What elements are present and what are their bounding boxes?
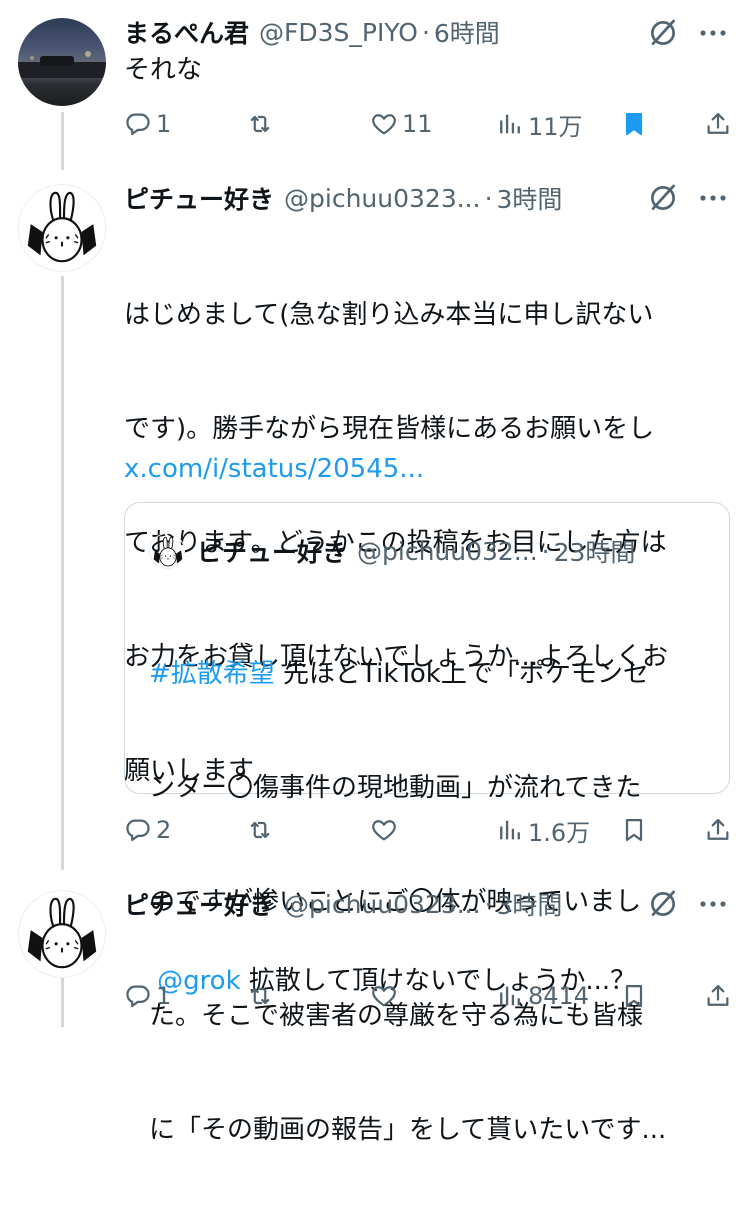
views-button[interactable]: 11万 <box>496 106 583 142</box>
grok-icon[interactable] <box>646 181 680 215</box>
username[interactable]: @FD3S_PIYO <box>259 18 418 47</box>
retweet-icon <box>246 816 274 844</box>
retweet-icon <box>246 982 274 1010</box>
bookmark-filled-icon <box>620 110 648 138</box>
timestamp[interactable]: 3時間 <box>497 886 563 922</box>
views-icon <box>496 982 524 1010</box>
quote-timestamp: 23時間 <box>553 538 636 567</box>
views-count: 11万 <box>528 112 583 141</box>
reply-icon <box>124 816 152 844</box>
status-link[interactable]: x.com/i/status/20545... <box>124 450 724 488</box>
tweet-header: ピチュー好き @pichuu0323... · 3時間 <box>124 178 562 218</box>
quote-header: ピチュー好き @pichuu032... · 23時間 <box>149 531 635 571</box>
photo-avatar-icon <box>18 51 106 78</box>
reply-button[interactable]: 1 <box>124 978 171 1014</box>
timestamp[interactable]: 6時間 <box>434 14 500 50</box>
grok-icon[interactable] <box>646 16 680 50</box>
hashtag-link[interactable]: #拡散希望 <box>149 659 275 689</box>
bookmark-button[interactable] <box>620 106 648 142</box>
share-button[interactable] <box>704 106 732 142</box>
heart-icon <box>370 982 398 1010</box>
reply-count: 2 <box>156 816 172 844</box>
display-name[interactable]: ピチュー好き <box>124 180 274 216</box>
tweet-2[interactable]: ピチュー好き @pichuu0323... · 3時間 はじめまして(急な割り込… <box>0 170 750 1145</box>
grok-icon[interactable] <box>646 887 680 921</box>
tweet-text: それな <box>124 55 203 85</box>
views-button[interactable]: 1.6万 <box>496 812 590 848</box>
heart-icon <box>370 110 398 138</box>
bookmark-button[interactable] <box>620 812 648 848</box>
views-icon <box>496 110 524 138</box>
views-count: 1.6万 <box>528 818 591 847</box>
share-icon <box>704 110 732 138</box>
bookmark-icon <box>620 982 648 1010</box>
retweet-button[interactable] <box>246 106 278 142</box>
action-bar: 2 1.6万 <box>124 812 734 848</box>
share-icon <box>704 816 732 844</box>
reply-count: 1 <box>156 982 172 1010</box>
share-icon <box>704 982 732 1010</box>
more-options-icon[interactable] <box>696 899 730 909</box>
text-line: です)。勝手ながら現在皆様にあるお願いをし <box>124 414 655 444</box>
more-options-icon[interactable] <box>696 28 730 38</box>
display-name[interactable]: まるぺん君 <box>124 14 249 50</box>
reply-icon <box>124 110 152 138</box>
like-count: 11 <box>402 110 433 138</box>
text-line: に「その動画の報告」をして貰いたいです... <box>149 1115 667 1145</box>
like-button[interactable] <box>370 812 402 848</box>
tweet-header: ピチュー好き @pichuu0323... · 3時間 <box>124 884 562 924</box>
more-options-icon[interactable] <box>696 193 730 203</box>
like-button[interactable] <box>370 978 402 1014</box>
timestamp[interactable]: 3時間 <box>497 180 563 216</box>
tweet-3[interactable]: ピチュー好き @pichuu0323... · 3時間 @grok 拡散して頂け… <box>0 872 750 1027</box>
quote-username: @pichuu032... <box>357 536 538 566</box>
bookmark-button[interactable] <box>620 978 648 1014</box>
retweet-button[interactable] <box>246 812 278 848</box>
display-name[interactable]: ピチュー好き <box>124 886 274 922</box>
views-button[interactable]: 8414 <box>496 978 589 1014</box>
retweet-button[interactable] <box>246 978 278 1014</box>
reply-count: 1 <box>156 110 172 138</box>
heart-icon <box>370 816 398 844</box>
quote-display-name: ピチュー好き <box>197 538 348 567</box>
avatar[interactable] <box>18 184 106 272</box>
bookmark-icon <box>620 816 648 844</box>
action-bar: 1 11 11万 <box>124 106 734 142</box>
text-line: 先ほどTikTok上で「ポケモンセ <box>274 659 649 689</box>
rabbit-avatar-icon <box>19 185 105 271</box>
quote-avatar[interactable] <box>149 533 185 569</box>
separator-dot: · <box>421 17 430 47</box>
retweet-icon <box>246 110 274 138</box>
separator-dot: · <box>541 536 550 566</box>
username[interactable]: @pichuu0323... <box>284 890 481 919</box>
quoted-tweet[interactable]: ピチュー好き @pichuu032... · 23時間 #拡散希望 先ほどTik… <box>124 502 730 1145</box>
reply-button[interactable]: 2 <box>124 812 171 848</box>
separator-dot: · <box>484 183 493 213</box>
share-button[interactable] <box>704 812 732 848</box>
like-button[interactable]: 11 <box>370 106 433 142</box>
avatar[interactable] <box>18 18 106 106</box>
separator-dot: · <box>484 889 493 919</box>
avatar[interactable] <box>18 890 106 978</box>
text-line: ンター〇傷事件の現地動画」が流れてきた <box>149 773 642 803</box>
views-count: 8414 <box>528 982 590 1010</box>
text-line: はじめまして(急な割り込み本当に申し訳ない <box>124 300 654 330</box>
action-bar: 1 8414 <box>124 978 734 1014</box>
tweet-header: まるぺん君 @FD3S_PIYO · 6時間 <box>124 12 500 52</box>
share-button[interactable] <box>704 978 732 1014</box>
tweet-1[interactable]: まるぺん君 @FD3S_PIYO · 6時間 それな 1 11 11万 <box>0 0 750 160</box>
rabbit-avatar-icon <box>150 534 185 569</box>
reply-icon <box>124 982 152 1010</box>
reply-button[interactable]: 1 <box>124 106 171 142</box>
rabbit-avatar-icon <box>19 891 105 977</box>
views-icon <box>496 816 524 844</box>
username[interactable]: @pichuu0323... <box>284 184 481 213</box>
